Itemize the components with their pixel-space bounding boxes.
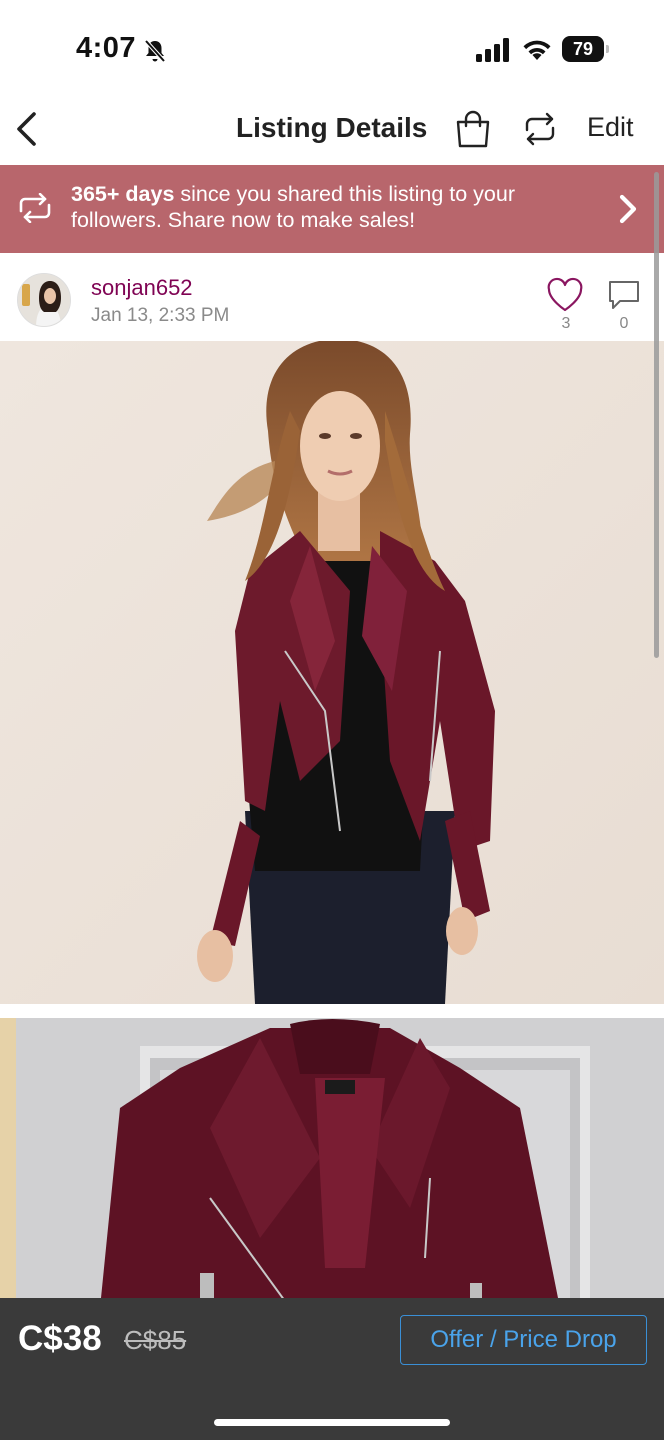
listing-details-screen: 4:07 79 Listing Details Edit 365+ days s… — [0, 0, 664, 1440]
share-button[interactable] — [521, 108, 559, 150]
original-price: C$85 — [124, 1325, 187, 1355]
model-jacket-image — [0, 341, 664, 1004]
wifi-icon — [523, 40, 551, 60]
chevron-right-icon — [619, 194, 637, 224]
share-repeat-icon — [19, 193, 51, 223]
like-button[interactable] — [546, 277, 584, 313]
offer-price-drop-button[interactable]: Offer / Price Drop — [400, 1315, 647, 1365]
home-indicator[interactable] — [214, 1419, 450, 1426]
listing-date: Jan 13, 2:33 PM — [91, 305, 230, 326]
battery-tip — [606, 45, 609, 53]
like-count: 3 — [561, 315, 571, 332]
avatar[interactable] — [17, 273, 71, 327]
edit-button[interactable]: Edit — [587, 112, 634, 143]
banner-message: 365+ days since you shared this listing … — [71, 181, 611, 233]
shopping-bag-icon — [456, 110, 490, 148]
heart-icon — [547, 277, 583, 312]
battery-level: 79 — [562, 36, 604, 62]
listing-photo-1[interactable] — [0, 341, 664, 1004]
status-bar: 4:07 79 — [0, 0, 664, 100]
share-reminder-banner[interactable]: 365+ days since you shared this listing … — [0, 165, 664, 253]
comment-count: 0 — [619, 315, 629, 332]
page-title: Listing Details — [236, 112, 428, 143]
nav-header: Listing Details Edit — [0, 100, 664, 164]
seller-username[interactable]: sonjan652 — [91, 275, 193, 301]
comment-bubble-icon — [609, 281, 639, 309]
share-repeat-icon — [525, 112, 555, 146]
back-chevron-icon — [17, 112, 36, 146]
comment-button[interactable] — [606, 277, 642, 313]
back-button[interactable] — [10, 108, 44, 150]
cellular-signal-icon — [476, 38, 509, 62]
scroll-indicator — [654, 172, 659, 658]
battery-icon: 79 — [562, 36, 610, 62]
listing-photo-2[interactable] — [0, 1018, 664, 1308]
bell-slash-icon — [144, 39, 166, 63]
listing-price: C$38 — [18, 1319, 102, 1358]
shopping-bag-button[interactable] — [454, 108, 492, 150]
hanging-jacket-image — [0, 1018, 664, 1308]
price-action-bar: C$38 C$85 Offer / Price Drop — [0, 1298, 664, 1440]
avatar-photo — [18, 274, 70, 326]
status-time: 4:07 — [76, 32, 137, 64]
seller-row: sonjan652 Jan 13, 2:33 PM 3 0 — [0, 253, 664, 341]
banner-days: 365+ days — [71, 182, 175, 206]
